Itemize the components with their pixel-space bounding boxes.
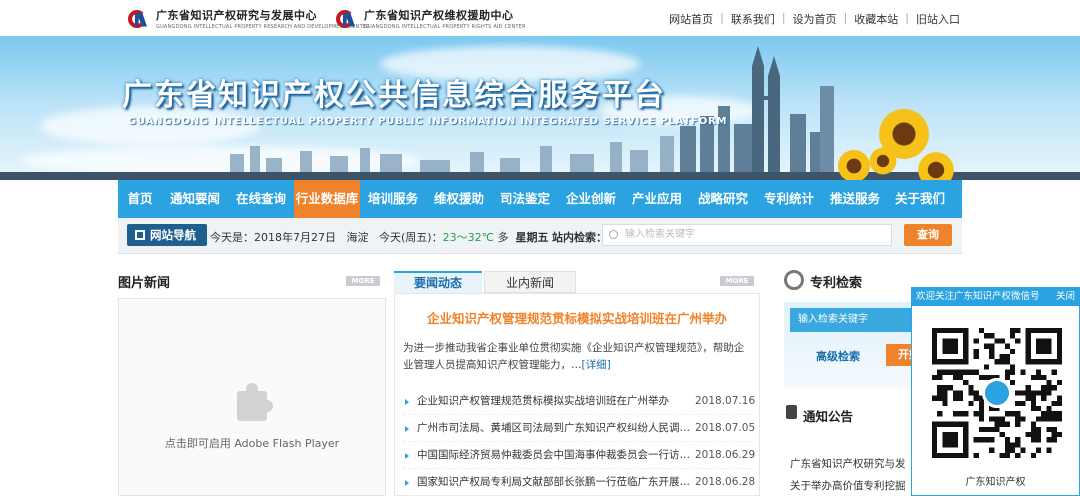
date-weather: 今天是：2018年7月27日 海淀 今天(周五)：23～32℃ 多 星期五: [210, 229, 548, 245]
link-set-homepage[interactable]: 设为首页: [793, 11, 837, 27]
site-title: 广东省知识产权公共信息综合服务平台: [122, 78, 666, 113]
list-item[interactable]: 广州市司法局、黄埔区司法局到广东知识产权纠纷人民调解… 2018.07.05: [403, 415, 756, 442]
wechat-qr-code-image: [932, 328, 1062, 458]
list-item[interactable]: 国家知识产权局专利局文献部部长张鹏一行莅临广东开展工… 2018.06.28: [403, 469, 756, 496]
logo-aid-center[interactable]: 广东省知识产权维权援助中心 GUANGDONG INTELLECTUAL PRO…: [336, 7, 526, 30]
info-bar: 网站导航 今天是：2018年7月27日 海淀 今天(周五)：23～32℃ 多 星…: [118, 218, 962, 254]
main-nav: 首页 通知要闻 在线查询 行业数据库 培训服务 维权援助 司法鉴定 企业创新 产…: [118, 180, 962, 218]
nav-tab-online-query[interactable]: 在线查询: [228, 180, 294, 218]
tab-industry-news[interactable]: 业内新闻: [484, 271, 576, 293]
news-list: 企业知识产权管理规范贯标模拟实战培训班在广州举办 2018.07.16 广州市司…: [403, 388, 756, 496]
site-navigation-button[interactable]: 网站导航: [127, 224, 207, 246]
nav-tab-patent-statistics[interactable]: 专利统计: [756, 180, 822, 218]
current-date: 2018年7月27日: [254, 231, 336, 244]
banner: 广东省知识产权公共信息综合服务平台 GUANGDONG INTELLECTUAL…: [0, 36, 1080, 180]
news-more-button[interactable]: MORE: [720, 276, 754, 286]
link-separator: |: [781, 11, 786, 24]
news-item-title: 企业知识产权管理规范贯标模拟实战培训班在广州举办: [417, 395, 669, 407]
advanced-search-link[interactable]: 高级检索: [816, 348, 860, 364]
news-summary-text: 为进一步推动我省企事业单位贯彻实施《企业知识产权管理规范》，帮助企业管理人员提高…: [403, 342, 745, 371]
link-home[interactable]: 网站首页: [669, 11, 713, 27]
triangle-bullet-icon: [405, 399, 409, 405]
top-links: 网站首页 | 联系我们 | 设为首页 | 收藏本站 | 旧站入口: [669, 11, 960, 27]
nav-tab-training[interactable]: 培训服务: [360, 180, 426, 218]
site-search-button[interactable]: 查询: [904, 224, 952, 246]
news-detail-link[interactable]: [详细]: [582, 359, 611, 371]
nav-tab-enterprise-innovation[interactable]: 企业创新: [558, 180, 624, 218]
weather-condition: 多: [497, 231, 509, 244]
qr-popup-close-button[interactable]: 关闭: [1056, 288, 1075, 306]
patent-search-title: 专利检索: [810, 276, 863, 291]
search-icon: [609, 230, 618, 239]
news-item-title: 国家知识产权局专利局文献部部长张鹏一行莅临广东开展工…: [417, 476, 695, 488]
nav-tab-industry-application[interactable]: 产业应用: [624, 180, 690, 218]
news-item-title: 广州市司法局、黄埔区司法局到广东知识产权纠纷人民调解…: [417, 422, 695, 434]
nav-tab-industry-database[interactable]: 行业数据库: [294, 180, 360, 218]
weather-city: 海淀: [346, 231, 369, 244]
link-separator: |: [843, 11, 848, 24]
news-summary: 为进一步推动我省企事业单位贯彻实施《企业知识产权管理规范》，帮助企业管理人员提高…: [403, 340, 753, 374]
link-bookmark[interactable]: 收藏本站: [854, 11, 898, 27]
site-search-placeholder: 输入检索关键字: [625, 229, 695, 240]
logo-research-center[interactable]: 广东省知识产权研究与发展中心 GUANGDONG INTELLECTUAL PR…: [128, 7, 370, 30]
logo-mark-icon: [336, 8, 358, 30]
news-panel: 企业知识产权管理规范贯标模拟实战培训班在广州举办 为进一步推动我省企事业单位贯彻…: [394, 293, 760, 496]
sitemap-icon: [135, 230, 145, 240]
picture-news-more-button[interactable]: MORE: [346, 276, 380, 286]
triangle-bullet-icon: [405, 453, 409, 459]
site-search-label: 站内检索：: [552, 231, 607, 244]
nav-tab-home[interactable]: 首页: [118, 180, 162, 218]
top-bar: 广东省知识产权研究与发展中心 GUANGDONG INTELLECTUAL PR…: [0, 0, 1080, 36]
sunflower-image: [836, 148, 872, 180]
tab-key-news[interactable]: 要闻动态: [394, 271, 482, 293]
site-search-input[interactable]: 输入检索关键字: [602, 224, 892, 246]
site-navigation-label: 网站导航: [150, 228, 196, 242]
logo-aid-center-en: GUANGDONG INTELLECTUAL PROPERTY RIGHTS A…: [364, 24, 526, 30]
logo-mark-icon: [128, 8, 150, 30]
triangle-bullet-icon: [405, 426, 409, 432]
nav-tab-strategy-research[interactable]: 战略研究: [690, 180, 756, 218]
list-item[interactable]: 企业知识产权管理规范贯标模拟实战培训班在广州举办 2018.07.16: [403, 388, 756, 415]
news-item-date: 2018.06.28: [695, 476, 756, 488]
patent-search-input[interactable]: 输入检索关键字: [790, 308, 930, 332]
news-item-date: 2018.06.29: [695, 449, 756, 461]
notice-title: 通知公告: [803, 409, 854, 424]
site-subtitle: GUANGDONG INTELLECTUAL PROPERTY PUBLIC I…: [128, 116, 728, 127]
qr-popup-header: 欢迎关注广东知识产权微信号 关闭: [912, 288, 1079, 306]
nav-tab-notices[interactable]: 通知要闻: [162, 180, 228, 218]
news-item-date: 2018.07.16: [695, 395, 756, 407]
flash-enable-message: 点击即可启用 Adobe Flash Player: [164, 437, 340, 450]
link-separator: |: [720, 11, 724, 24]
nav-tab-rights-aid[interactable]: 维权援助: [426, 180, 492, 218]
qr-caption: 广东知识产权: [965, 477, 1026, 488]
link-old-site[interactable]: 旧站入口: [916, 11, 960, 27]
nav-tab-judicial-appraisal[interactable]: 司法鉴定: [492, 180, 558, 218]
plugin-puzzle-icon: [237, 383, 273, 421]
flash-player-placeholder[interactable]: 点击即可启用 Adobe Flash Player: [118, 298, 386, 496]
news-headline[interactable]: 企业知识产权管理规范贯标模拟实战培训班在广州举办: [395, 308, 759, 327]
link-separator: |: [905, 11, 909, 24]
patent-search-icon: [784, 270, 804, 290]
weekday: 星期五: [515, 231, 549, 244]
qr-popup-title: 欢迎关注广东知识产权微信号: [916, 291, 1040, 302]
news-item-title: 中国国际经济贸易仲裁委员会中国海事仲裁委员会一行访问…: [417, 449, 695, 461]
wechat-qr-popup: 欢迎关注广东知识产权微信号 关闭 广东知识产权: [911, 287, 1080, 496]
weather-day-label: 今天(周五)：: [379, 231, 443, 244]
triangle-bullet-icon: [405, 480, 409, 486]
link-contact[interactable]: 联系我们: [731, 11, 775, 27]
notice-icon: [786, 405, 797, 419]
date-prefix: 今天是：: [210, 231, 254, 244]
list-item[interactable]: 中国国际经济贸易仲裁委员会中国海事仲裁委员会一行访问… 2018.06.29: [403, 442, 756, 469]
notice-item[interactable]: 关于举办高价值专利挖掘: [790, 473, 920, 496]
sunflower-image: [868, 146, 898, 176]
nav-tab-about-us[interactable]: 关于我们: [888, 180, 952, 218]
news-item-date: 2018.07.05: [695, 422, 756, 434]
picture-news-title: 图片新闻: [118, 276, 171, 291]
nav-tab-push-service[interactable]: 推送服务: [822, 180, 888, 218]
weather-temperature: 23～32℃: [442, 231, 494, 244]
logo-aid-center-name: 广东省知识产权维权援助中心: [364, 9, 514, 22]
